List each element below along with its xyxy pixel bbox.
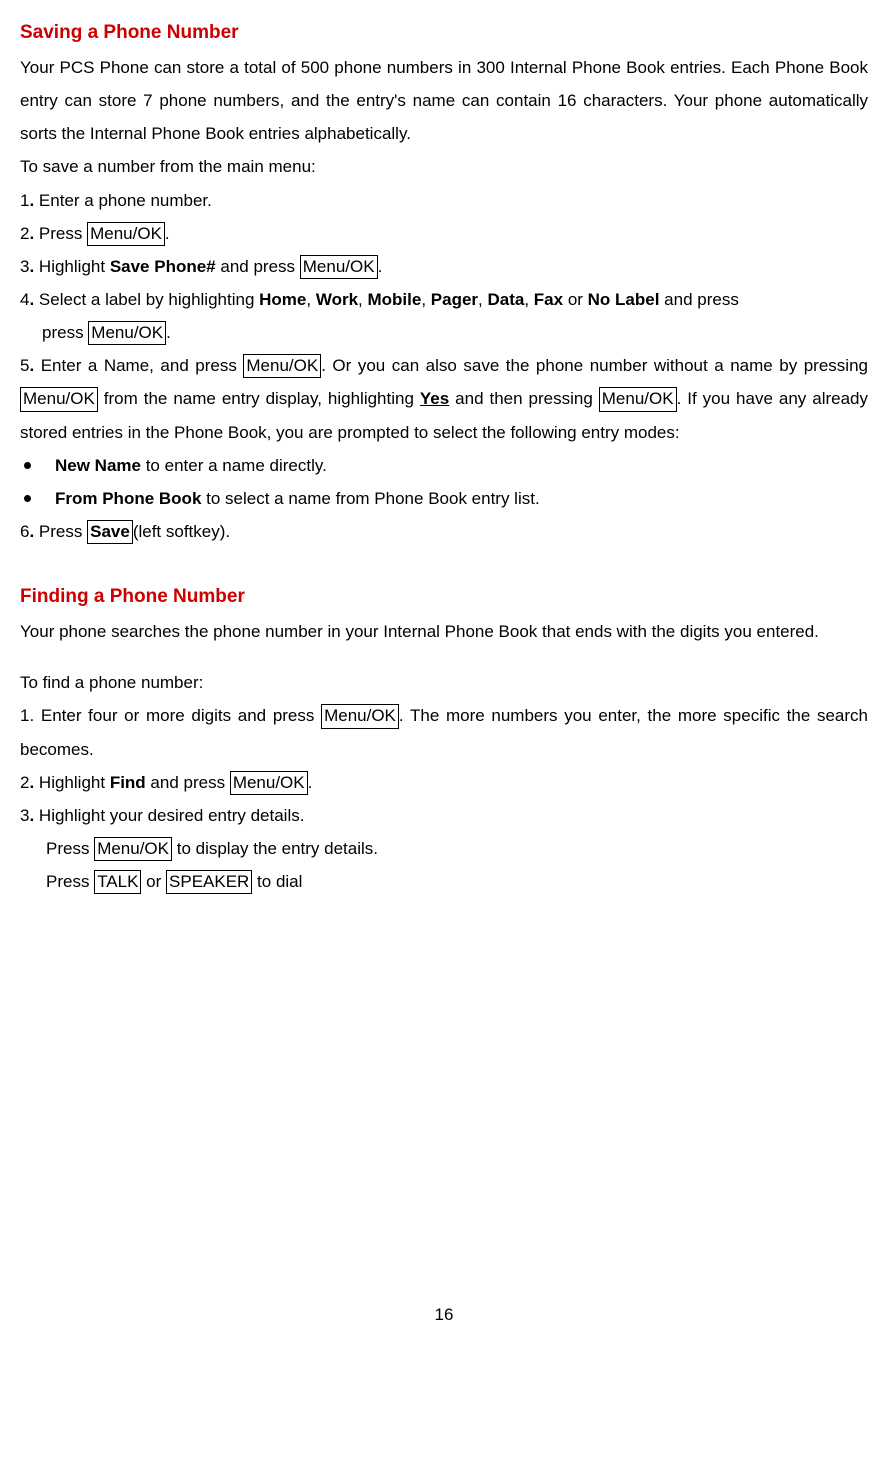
label-fax: Fax [534, 290, 563, 309]
section-heading-finding: Finding a Phone Number [20, 578, 868, 615]
yes-label: Yes [420, 389, 449, 408]
step-4-cont: press Menu/OK. [20, 316, 868, 349]
step-text: to dial [252, 872, 302, 891]
label-mobile: Mobile [367, 290, 421, 309]
menu-ok-button-label: Menu/OK [20, 387, 98, 411]
find-step-2: 2. Highlight Find and press Menu/OK. [20, 766, 868, 799]
step-text: and press [146, 773, 230, 792]
menu-ok-button-label: Menu/OK [87, 222, 165, 246]
label-nolabel: No Label [588, 290, 660, 309]
page-number: 16 [20, 1298, 868, 1331]
intro-paragraph: Your phone searches the phone number in … [20, 615, 868, 648]
step-text: . [165, 224, 170, 243]
lead-text: To save a number from the main menu: [20, 150, 868, 183]
bullet-icon [24, 462, 31, 469]
step-6: 6. Press Save(left softkey). [20, 515, 868, 548]
lead-text: To find a phone number: [20, 666, 868, 699]
or-text: or [563, 290, 588, 309]
step-text: . Or you can also save the phone number … [321, 356, 868, 375]
step-text: Highlight your desired entry details. [34, 806, 304, 825]
comma: , [421, 290, 430, 309]
step-text: 1. Enter four or more digits and press [20, 706, 321, 725]
bullet-new-name: New Name to enter a name directly. [20, 449, 868, 482]
menu-ok-button-label: Menu/OK [94, 837, 172, 861]
step-5: 5. Enter a Name, and press Menu/OK. Or y… [20, 349, 868, 448]
step-text: . [308, 773, 313, 792]
bullet-bold: From Phone Book [55, 489, 201, 508]
step-text: Enter a phone number. [34, 191, 212, 210]
step-text: press [42, 323, 88, 342]
section-heading-saving: Saving a Phone Number [20, 14, 868, 51]
step-4: 4. Select a label by highlighting Home, … [20, 283, 868, 316]
menu-ok-button-label: Menu/OK [88, 321, 166, 345]
find-label: Find [110, 773, 146, 792]
menu-ok-button-label: Menu/OK [300, 255, 378, 279]
comma: , [524, 290, 533, 309]
step-text: (left softkey). [133, 522, 230, 541]
sub-press-talk: Press TALK or SPEAKER to dial [20, 865, 868, 898]
step-3: 3. Highlight Save Phone# and press Menu/… [20, 250, 868, 283]
step-text: Select a label by highlighting [34, 290, 259, 309]
label-pager: Pager [431, 290, 478, 309]
step-text: and press [216, 257, 300, 276]
find-step-1: 1. Enter four or more digits and press M… [20, 699, 868, 765]
comma: , [306, 290, 315, 309]
menu-ok-button-label: Menu/OK [230, 771, 308, 795]
bullet-from-phonebook: From Phone Book to select a name from Ph… [20, 482, 868, 515]
step-text: Highlight [34, 257, 110, 276]
menu-ok-button-label: Menu/OK [321, 704, 399, 728]
step-text: Highlight [34, 773, 110, 792]
sub-press-menuok: Press Menu/OK to display the entry detai… [20, 832, 868, 865]
step-text: and then pressing [449, 389, 599, 408]
intro-paragraph: Your PCS Phone can store a total of 500 … [20, 51, 868, 150]
save-phone-label: Save Phone# [110, 257, 216, 276]
find-step-3: 3. Highlight your desired entry details. [20, 799, 868, 832]
save-button-label: Save [87, 520, 133, 544]
speaker-button-label: SPEAKER [166, 870, 252, 894]
menu-ok-button-label: Menu/OK [599, 387, 677, 411]
step-text: Press [34, 224, 87, 243]
bullet-icon [24, 495, 31, 502]
step-text: Press [46, 872, 94, 891]
or-text: or [141, 872, 166, 891]
step-2: 2. Press Menu/OK. [20, 217, 868, 250]
step-text: . [378, 257, 383, 276]
step-text: and press [659, 290, 738, 309]
label-data: Data [487, 290, 524, 309]
step-text: . [166, 323, 171, 342]
talk-button-label: TALK [94, 870, 141, 894]
step-text: Press [46, 839, 94, 858]
bullet-text: to enter a name directly. [141, 456, 327, 475]
bullet-text: to select a name from Phone Book entry l… [201, 489, 539, 508]
step-text: from the name entry display, highlightin… [98, 389, 420, 408]
label-home: Home [259, 290, 306, 309]
step-text: to display the entry details. [172, 839, 378, 858]
step-text: Enter a Name, and press [34, 356, 243, 375]
step-1: 1. Enter a phone number. [20, 184, 868, 217]
step-text: Press [34, 522, 87, 541]
menu-ok-button-label: Menu/OK [243, 354, 321, 378]
bullet-bold: New Name [55, 456, 141, 475]
label-work: Work [316, 290, 358, 309]
